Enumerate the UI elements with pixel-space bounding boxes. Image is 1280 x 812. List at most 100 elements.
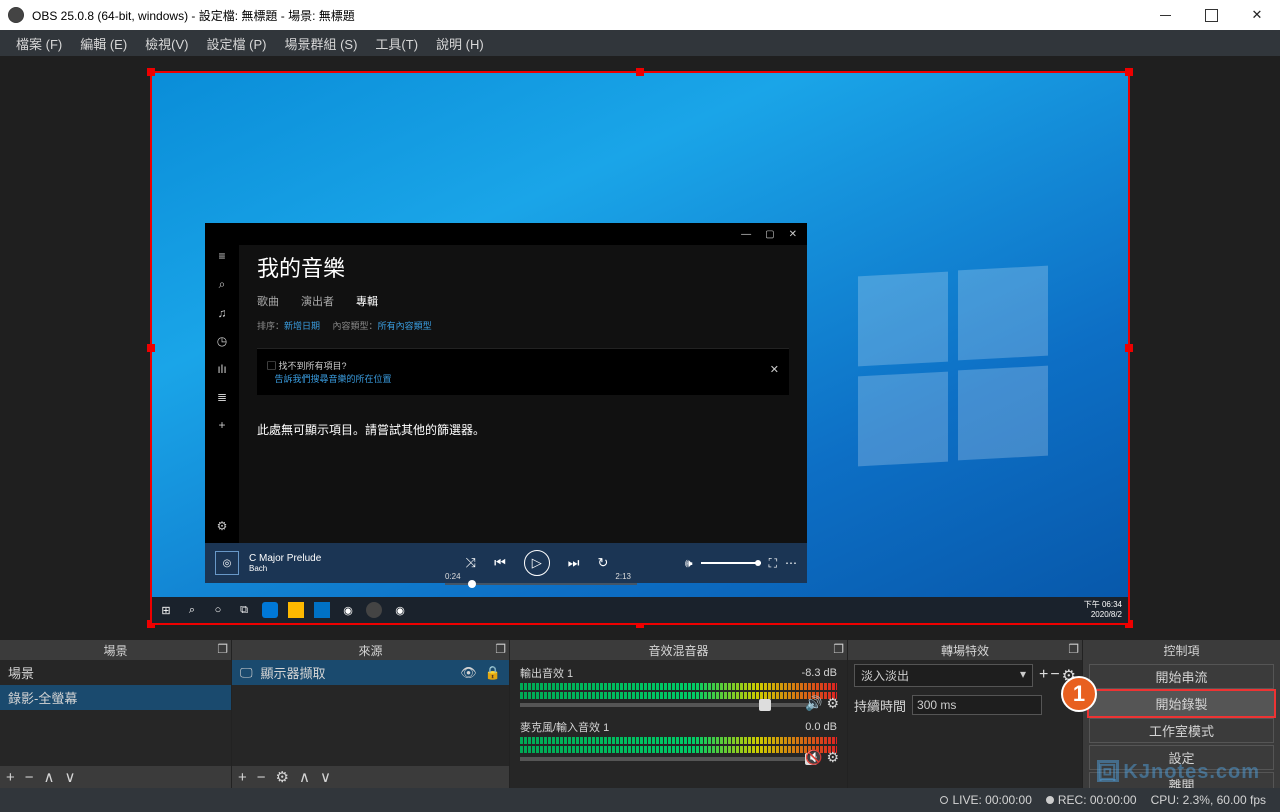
controls-panel: 控制項 開始串流 開始錄製 工作室模式 設定 離開 1 (1083, 640, 1280, 788)
prev-icon: ⏮ (494, 555, 506, 571)
remove-transition-button[interactable]: − (1050, 666, 1059, 686)
live-indicator-icon (940, 796, 948, 804)
status-cpu: CPU: 2.3%, 60.00 fps (1151, 793, 1266, 807)
volume-icon: 🕪 (685, 556, 693, 571)
exit-button[interactable]: 離開 (1089, 772, 1274, 788)
menu-tools[interactable]: 工具(T) (367, 32, 426, 55)
edge-icon (262, 602, 278, 618)
resize-handle[interactable] (147, 68, 155, 76)
popout-icon[interactable]: ❐ (833, 642, 844, 656)
source-item[interactable]: 🖵 顯示器擷取 👁 🔒 (232, 660, 509, 685)
hamburger-icon: ≡ (213, 249, 231, 263)
track-position: 0:24 (445, 572, 461, 581)
window-title: OBS 25.0.8 (64-bit, windows) - 設定檔: 無標題 … (32, 7, 1142, 24)
music-player-bar: ◎ C Major Prelude Bach ⤨ ⏮ ▷ ⏭ ↻ 🕪 ⛶ ⋯ (205, 543, 807, 583)
menu-edit[interactable]: 編輯 (E) (72, 32, 135, 55)
search-icon: ⌕ (184, 602, 200, 618)
studio-mode-button[interactable]: 工作室模式 (1089, 718, 1274, 743)
menu-view[interactable]: 檢視(V) (137, 32, 196, 55)
track-artist: Bach (249, 564, 389, 573)
tab-albums: 專輯 (356, 293, 378, 309)
chrome-icon: ◉ (340, 602, 356, 618)
volume-slider[interactable] (520, 757, 811, 761)
add-transition-button[interactable]: + (1039, 666, 1048, 686)
status-live: LIVE: 00:00:00 (952, 793, 1031, 807)
popout-icon[interactable]: ❐ (1068, 642, 1079, 656)
start-record-button[interactable]: 開始錄製 (1089, 691, 1274, 716)
start-stream-button[interactable]: 開始串流 (1089, 664, 1274, 689)
track-duration: 2:13 (615, 572, 631, 581)
source-up-button[interactable]: ∧ (299, 768, 310, 786)
settings-button[interactable]: 設定 (1089, 745, 1274, 770)
fullscreen-icon: ⛶ (769, 556, 777, 571)
speaker-icon[interactable]: 🔊 (805, 695, 822, 712)
remove-scene-button[interactable]: − (25, 769, 34, 786)
resize-handle[interactable] (1125, 344, 1133, 352)
window-close-button[interactable] (1234, 0, 1280, 30)
menu-help[interactable]: 說明 (H) (428, 32, 492, 55)
menu-file[interactable]: 檔案 (F) (8, 32, 70, 55)
docks: 場景❐ 場景 錄影-全螢幕 + − ∧ ∨ 來源❐ 🖵 顯示器擷取 👁 🔒 + … (0, 640, 1280, 788)
duration-label: 持續時間 (854, 696, 906, 715)
music-sidebar: ≡ ⌕ ♫ ◷ ılı ≣ + ⚙ (205, 245, 239, 543)
mixer-panel: 音效混音器❐ 輸出音效 1-8.3 dB 🔊⚙ 麥克風/輸入音效 10.0 dB… (510, 640, 848, 788)
mute-icon[interactable]: 🔇 (805, 749, 822, 766)
lock-toggle[interactable]: 🔒 (485, 665, 501, 681)
remove-source-button[interactable]: − (257, 769, 266, 786)
window-maximize-button[interactable] (1188, 0, 1234, 30)
resize-handle[interactable] (147, 344, 155, 352)
scene-item[interactable]: 錄影-全螢幕 (0, 685, 231, 710)
menu-scene-collection[interactable]: 場景群組 (S) (276, 32, 365, 55)
status-rec: REC: 00:00:00 (1058, 793, 1137, 807)
duration-input[interactable] (912, 695, 1042, 715)
scenes-panel: 場景❐ 場景 錄影-全螢幕 + − ∧ ∨ (0, 640, 232, 788)
obs-logo-icon (8, 7, 24, 23)
music-note-icon: ♫ (213, 306, 231, 320)
window-minimize-button[interactable] (1142, 0, 1188, 30)
resize-handle[interactable] (636, 68, 644, 76)
mixer-channel: 麥克風/輸入音效 10.0 dB 🔇⚙ (512, 716, 845, 770)
scene-down-button[interactable]: ∨ (65, 768, 76, 786)
repeat-icon: ↻ (597, 555, 608, 571)
maximize-icon: ▢ (765, 229, 774, 240)
windows-taskbar: ⊞ ⌕ ○ ⧉ ◉ ◉ 下午 06:34 2020/8/2 (152, 597, 1128, 623)
tab-songs: 歌曲 (257, 293, 279, 309)
add-scene-button[interactable]: + (6, 769, 15, 786)
clock-icon: ◷ (213, 334, 231, 348)
gear-icon[interactable]: ⚙ (826, 695, 839, 712)
annotation-badge: 1 (1061, 676, 1097, 712)
popout-icon[interactable]: ❐ (495, 642, 506, 656)
taskbar-clock: 下午 06:34 2020/8/2 (1084, 600, 1122, 619)
play-icon: ▷ (524, 550, 550, 576)
scene-up-button[interactable]: ∧ (44, 768, 55, 786)
transition-select[interactable]: 淡入淡出▾ (854, 664, 1033, 687)
minimize-icon: — (741, 229, 751, 240)
explorer-icon (288, 602, 304, 618)
resize-handle[interactable] (1125, 68, 1133, 76)
source-down-button[interactable]: ∨ (320, 768, 331, 786)
volume-meter (520, 683, 837, 690)
display-icon: 🖵 (240, 665, 253, 681)
visibility-toggle[interactable]: 👁 (460, 665, 477, 681)
popout-icon[interactable]: ❐ (217, 642, 228, 656)
search-icon: ⌕ (213, 277, 231, 292)
volume-slider[interactable] (520, 703, 811, 707)
groove-icon: ◉ (392, 602, 408, 618)
obs-taskbar-icon (366, 602, 382, 618)
preview-area[interactable]: — ▢ ✕ ≡ ⌕ ♫ ◷ ılı ≣ + ⚙ 我的音樂 歌 (0, 56, 1280, 640)
music-banner: ▢ 找不到所有項目? 告訴我們搜尋音樂的所在位置 ✕ (257, 348, 789, 395)
music-app-window: — ▢ ✕ ≡ ⌕ ♫ ◷ ılı ≣ + ⚙ 我的音樂 歌 (205, 223, 807, 583)
next-icon: ⏭ (568, 555, 580, 571)
scene-item[interactable]: 場景 (0, 660, 231, 685)
menu-profile[interactable]: 設定檔 (P) (199, 32, 275, 55)
playlist-icon: ≣ (213, 390, 231, 404)
add-source-button[interactable]: + (238, 769, 247, 786)
windows-logo-icon (858, 268, 1058, 468)
close-icon: ✕ (789, 229, 797, 240)
menubar: 檔案 (F) 編輯 (E) 檢視(V) 設定檔 (P) 場景群組 (S) 工具(… (0, 30, 1280, 56)
gear-icon[interactable]: ⚙ (826, 749, 839, 766)
source-settings-button[interactable]: ⚙ (276, 768, 289, 786)
status-bar: LIVE: 00:00:00 REC: 00:00:00 CPU: 2.3%, … (0, 788, 1280, 812)
volume-meter (520, 737, 837, 744)
preview-canvas[interactable]: — ▢ ✕ ≡ ⌕ ♫ ◷ ılı ≣ + ⚙ 我的音樂 歌 (150, 71, 1130, 625)
